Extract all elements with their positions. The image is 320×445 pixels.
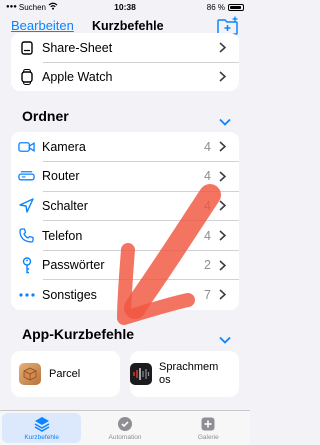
share-sheet-icon	[18, 39, 35, 56]
folder-count: 4	[204, 228, 211, 243]
folder-row-sonstiges[interactable]: Sonstiges 7	[11, 280, 239, 310]
row-label: Share-Sheet	[42, 40, 113, 55]
folder-label: Kamera	[42, 139, 86, 154]
router-icon	[18, 168, 35, 185]
ellipsis-icon	[18, 286, 35, 303]
tab-automation[interactable]: Automation	[83, 411, 166, 445]
folder-count: 4	[204, 198, 211, 213]
folders-card: Kamera 4 Router 4 Schalter 4 Telefon 4 P…	[11, 132, 239, 310]
folder-row-router[interactable]: Router 4	[11, 162, 239, 192]
clock-check-icon	[117, 416, 133, 432]
chevron-right-icon	[219, 141, 229, 152]
edit-button[interactable]: Bearbeiten	[11, 18, 74, 33]
folder-label: Router	[42, 169, 80, 184]
folder-label: Sonstiges	[42, 287, 97, 302]
tab-galerie[interactable]: Galerie	[167, 411, 250, 445]
gallery-plus-icon	[200, 416, 216, 432]
key-icon	[18, 256, 35, 274]
folder-row-schalter[interactable]: Schalter 4	[11, 191, 239, 221]
chevron-right-icon	[219, 230, 229, 241]
app-shortcuts-section-header: App-Kurzbefehle	[22, 326, 134, 342]
camera-icon	[18, 138, 35, 155]
folder-row-kamera[interactable]: Kamera 4	[11, 132, 239, 162]
layers-icon	[34, 416, 50, 432]
battery-icon	[228, 3, 244, 11]
share-sheet-row[interactable]: Share-Sheet	[11, 33, 239, 62]
app-shortcut-parcel[interactable]: Parcel	[11, 351, 120, 397]
folder-count: 4	[204, 139, 211, 154]
apple-watch-row[interactable]: Apple Watch	[11, 62, 239, 91]
voice-memos-app-icon	[130, 363, 152, 385]
location-arrow-icon	[18, 197, 35, 214]
chevron-right-icon	[219, 260, 229, 271]
folder-count: 4	[204, 169, 211, 184]
app-label: Sprachmem os	[159, 361, 218, 387]
tab-bar: Kurzbefehle Automation Galerie	[0, 410, 250, 445]
chevron-down-icon[interactable]	[219, 113, 231, 126]
folder-row-passwoerter[interactable]: Passwörter 2	[11, 250, 239, 280]
chevron-down-icon[interactable]	[219, 331, 231, 344]
page-title: Kurzbefehle	[92, 19, 164, 33]
app-label-line1: Sprachmem	[159, 361, 219, 373]
tab-label: Galerie	[197, 433, 219, 441]
chevron-right-icon	[219, 171, 229, 182]
app-shortcut-voice-memos[interactable]: Sprachmem os	[130, 351, 239, 397]
folder-label: Telefon	[42, 228, 83, 243]
tab-kurzbefehle[interactable]: Kurzbefehle	[0, 411, 83, 445]
folder-row-telefon[interactable]: Telefon 4	[11, 221, 239, 251]
phone-icon	[18, 227, 35, 244]
top-settings-card: Share-Sheet Apple Watch	[11, 33, 239, 91]
chevron-right-icon	[219, 42, 229, 53]
row-label: Apple Watch	[42, 69, 113, 84]
status-bar: ●●● Suchen 10:38 86 %	[0, 0, 250, 14]
tab-label: Automation	[108, 433, 142, 441]
folders-section-header: Ordner	[22, 108, 69, 124]
status-time: 10:38	[114, 2, 136, 12]
folder-count: 7	[204, 287, 211, 302]
watch-icon	[18, 68, 35, 85]
folder-label: Schalter	[42, 198, 88, 213]
chevron-right-icon	[219, 200, 229, 212]
parcel-app-icon	[19, 363, 41, 385]
app-label-line2: os	[159, 374, 171, 386]
chevron-right-icon	[219, 71, 229, 82]
app-label: Parcel	[49, 367, 81, 380]
folder-count: 2	[204, 258, 211, 273]
folder-label: Passwörter	[42, 258, 105, 273]
chevron-right-icon	[219, 289, 229, 300]
tab-label: Kurzbefehle	[24, 433, 60, 441]
